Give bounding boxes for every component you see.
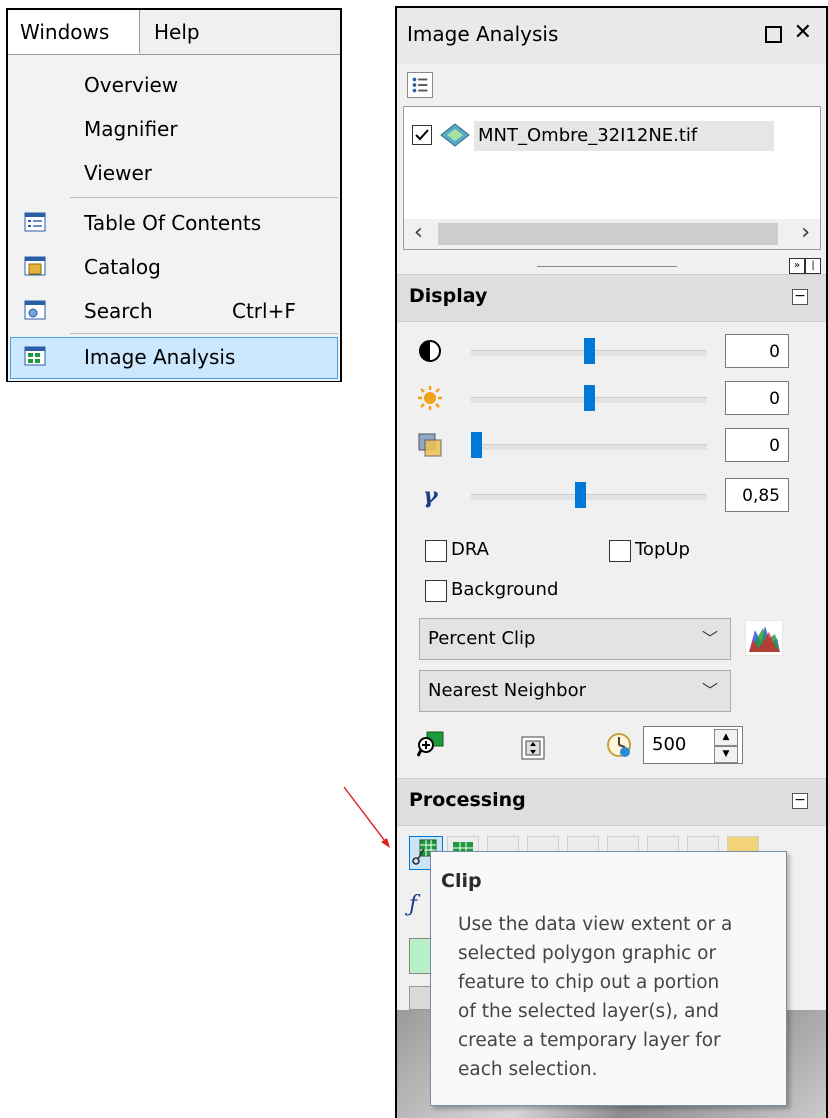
clip-tooltip: Clip Use the data view extent or a selec… xyxy=(430,851,787,1106)
scroll-thumb[interactable] xyxy=(438,223,778,245)
gamma-slider-track[interactable] xyxy=(471,494,707,500)
layer-name: MNT_Ombre_32I12NE.tif xyxy=(474,121,774,151)
background-checkbox[interactable] xyxy=(425,580,447,602)
contrast-row: 0 xyxy=(397,330,826,372)
menu-item-viewer[interactable]: Viewer xyxy=(8,151,340,195)
tooltip-title: Clip xyxy=(441,870,482,892)
catalog-icon xyxy=(24,256,46,276)
menu-item-label: Viewer xyxy=(84,161,152,185)
menu-item-label: Search xyxy=(84,299,153,323)
table-of-contents-icon xyxy=(24,212,46,232)
function-icon[interactable]: ƒ xyxy=(409,892,429,922)
red-arrow-annotation xyxy=(343,786,390,848)
gamma-icon: γ xyxy=(423,483,439,508)
close-icon[interactable]: ✕ xyxy=(794,20,812,46)
resampling-select[interactable]: Nearest Neighbor ﹀ xyxy=(419,670,731,712)
brightness-icon xyxy=(418,386,442,410)
section-title: Processing xyxy=(409,789,526,811)
scroll-right-icon[interactable]: › xyxy=(801,222,810,244)
menu-item-image-analysis[interactable]: Image Analysis xyxy=(8,335,340,379)
menu-item-overview[interactable]: Overview xyxy=(8,63,340,107)
menu-item-label: Image Analysis xyxy=(84,345,236,369)
split-toggle-icon[interactable]: | xyxy=(805,258,821,274)
brightness-slider-thumb[interactable] xyxy=(583,385,595,411)
spin-up-icon[interactable]: ▲ xyxy=(714,729,738,746)
histogram-icon[interactable] xyxy=(745,620,783,656)
checkmark-icon xyxy=(415,129,429,141)
gamma-value[interactable]: 0,85 xyxy=(725,478,789,512)
window-titlebar: Image Analysis ✕ xyxy=(397,8,826,64)
stretch-type-value: Percent Clip xyxy=(428,628,536,649)
dra-label: DRA xyxy=(451,539,489,560)
transparency-slider-thumb[interactable] xyxy=(471,432,482,458)
menu-windows[interactable]: Windows xyxy=(8,10,140,54)
refresh-interval-value: 500 xyxy=(652,734,687,755)
menu-item-table-of-contents[interactable]: Table Of Contents xyxy=(8,201,340,245)
menu-separator xyxy=(70,197,338,198)
zoom-to-raster-icon[interactable] xyxy=(417,730,445,758)
list-options-icon[interactable] xyxy=(407,72,433,98)
menu-bar: Windows Help xyxy=(8,10,340,54)
gamma-row: γ 0,85 xyxy=(397,474,826,516)
transparency-icon xyxy=(418,433,442,457)
menu-item-search[interactable]: Search Ctrl+F xyxy=(8,289,340,333)
transparency-row: 0 xyxy=(397,424,826,466)
chevron-down-icon: ﹀ xyxy=(701,681,718,700)
fit-extent-icon[interactable] xyxy=(519,734,547,762)
transparency-slider-track[interactable] xyxy=(471,444,707,450)
menu-item-label: Table Of Contents xyxy=(84,211,262,235)
transparency-value[interactable]: 0 xyxy=(725,428,789,462)
menu-item-label: Catalog xyxy=(84,255,161,279)
collapse-icon[interactable]: − xyxy=(792,793,808,809)
brightness-value[interactable]: 0 xyxy=(725,381,789,415)
search-window-icon xyxy=(24,300,46,320)
brightness-row: 0 xyxy=(397,377,826,419)
collapse-icon[interactable]: − xyxy=(792,289,808,305)
collapse-down-icon[interactable]: » xyxy=(789,258,805,274)
contrast-icon xyxy=(419,340,441,362)
refresh-timer-icon[interactable] xyxy=(605,730,633,758)
stretch-type-select[interactable]: Percent Clip ﹀ xyxy=(419,618,731,660)
raster-layer-icon xyxy=(440,123,470,147)
horizontal-scrollbar[interactable]: ‹ › xyxy=(404,219,820,249)
menu-help[interactable]: Help xyxy=(142,10,222,54)
shortcut-label: Ctrl+F xyxy=(232,299,296,323)
menu-item-label: Overview xyxy=(84,73,179,97)
scroll-left-icon[interactable]: ‹ xyxy=(414,222,423,244)
spin-down-icon[interactable]: ▼ xyxy=(714,746,738,763)
contrast-value[interactable]: 0 xyxy=(725,334,789,368)
display-section-header[interactable]: Display − xyxy=(397,274,826,322)
maximize-icon[interactable] xyxy=(765,26,782,43)
windows-menu: Windows Help Overview Magnifier Viewer T… xyxy=(6,8,342,382)
menu-item-magnifier[interactable]: Magnifier xyxy=(8,107,340,151)
layer-list: MNT_Ombre_32I12NE.tif ‹ › xyxy=(403,106,821,250)
chevron-down-icon: ﹀ xyxy=(701,629,718,648)
menu-separator xyxy=(70,333,338,334)
processing-section-header[interactable]: Processing − xyxy=(397,778,826,826)
menu-item-label: Magnifier xyxy=(84,117,178,141)
gamma-slider-thumb[interactable] xyxy=(574,482,586,508)
topup-checkbox[interactable] xyxy=(609,540,631,562)
svg-text:γ: γ xyxy=(423,483,439,508)
resampling-value: Nearest Neighbor xyxy=(428,680,587,701)
window-title: Image Analysis xyxy=(407,22,559,46)
dra-checkbox[interactable] xyxy=(425,540,447,562)
refresh-interval-spinner[interactable]: 500 ▲ ▼ xyxy=(643,726,743,764)
background-label: Background xyxy=(451,579,559,600)
menu-item-catalog[interactable]: Catalog xyxy=(8,245,340,289)
topup-label: TopUp xyxy=(635,539,690,560)
windows-dropdown: Overview Magnifier Viewer Table Of Conte… xyxy=(8,54,340,381)
contrast-slider-thumb[interactable] xyxy=(583,338,595,364)
splitter-buttons: » | xyxy=(789,258,821,274)
splitter-grip[interactable] xyxy=(537,266,677,267)
tooltip-body: Use the data view extent or a selected p… xyxy=(458,914,733,1080)
image-analysis-icon xyxy=(24,346,46,366)
section-title: Display xyxy=(409,285,488,307)
layer-checkbox[interactable] xyxy=(412,125,432,145)
